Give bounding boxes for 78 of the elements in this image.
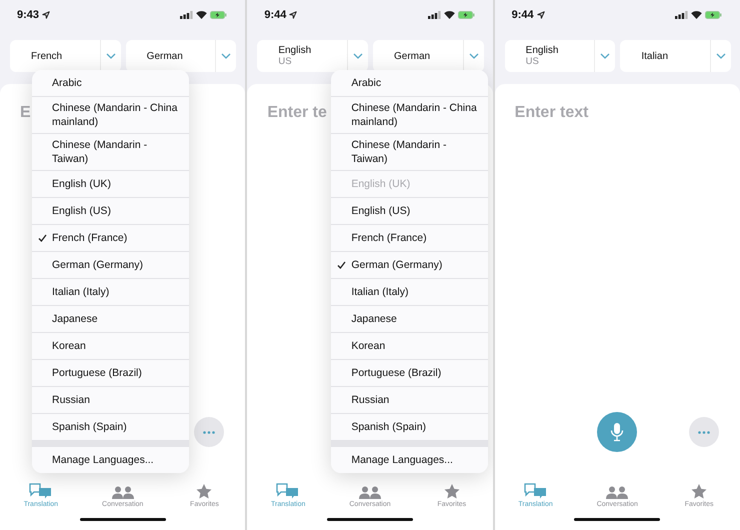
- people-icon: [606, 486, 628, 499]
- language-option[interactable]: Arabic: [331, 70, 488, 97]
- location-arrow-icon: [42, 11, 50, 19]
- chevron-down-icon: [716, 53, 726, 59]
- wifi-icon: [690, 11, 702, 19]
- placeholder-text: E: [20, 104, 31, 122]
- speech-bubbles-icon: [28, 483, 53, 499]
- language-option[interactable]: Portuguese (Brazil): [32, 360, 189, 387]
- ellipsis-icon: [698, 430, 710, 434]
- region-name: US: [526, 56, 540, 67]
- language-picker[interactable]: English US: [257, 40, 368, 72]
- language-option[interactable]: English (UK): [32, 171, 189, 198]
- star-icon: [691, 484, 708, 499]
- language-option[interactable]: Russian: [331, 387, 488, 414]
- language-picker[interactable]: German: [126, 40, 236, 72]
- placeholder-text: Enter te: [267, 104, 327, 122]
- signal-icon: [180, 11, 194, 19]
- more-button[interactable]: [688, 417, 719, 447]
- chevron-down-icon: [221, 53, 232, 59]
- language-option[interactable]: Korean: [32, 333, 189, 360]
- battery-icon: [704, 11, 722, 19]
- battery-icon: [210, 11, 228, 19]
- status-time: 9:44: [512, 9, 534, 21]
- region-name: US: [278, 56, 293, 67]
- signal-icon: [674, 11, 688, 19]
- location-arrow-icon: [289, 11, 298, 19]
- language-option[interactable]: Japanese: [32, 306, 189, 333]
- language-option[interactable]: German (Germany): [32, 252, 189, 279]
- language-name: English: [278, 45, 312, 56]
- more-button[interactable]: [194, 417, 224, 447]
- manage-languages-option[interactable]: Manage Languages...: [331, 447, 488, 473]
- language-option[interactable]: Chinese (Mandarin - China mainland): [331, 97, 488, 134]
- chevron-down-icon: [106, 53, 116, 59]
- speech-bubbles-icon: [524, 483, 548, 499]
- language-name: French: [31, 50, 64, 62]
- wifi-icon: [444, 11, 455, 19]
- language-picker[interactable]: English US: [504, 40, 616, 72]
- status-time: 9:43: [17, 9, 40, 21]
- language-option[interactable]: Portuguese (Brazil): [331, 360, 488, 387]
- language-option[interactable]: French (France): [32, 225, 189, 252]
- speech-bubbles-icon: [276, 483, 300, 499]
- language-name: English: [526, 45, 560, 56]
- language-option[interactable]: Italian (Italy): [331, 279, 488, 306]
- microphone-icon: [610, 422, 624, 442]
- star-icon: [196, 484, 212, 499]
- language-picker[interactable]: French: [10, 40, 121, 72]
- people-icon: [112, 486, 134, 499]
- language-option[interactable]: Italian (Italy): [32, 279, 189, 306]
- status-time: 9:44: [264, 9, 286, 21]
- language-option[interactable]: Korean: [331, 333, 488, 360]
- language-option[interactable]: Russian: [32, 387, 189, 414]
- language-name: Italian: [641, 50, 670, 62]
- language-option[interactable]: French (France): [331, 225, 488, 252]
- language-option[interactable]: Arabic: [32, 70, 189, 97]
- language-option[interactable]: English (US): [331, 198, 488, 225]
- location-arrow-icon: [536, 11, 545, 19]
- signal-icon: [428, 11, 441, 19]
- chevron-down-icon: [353, 53, 363, 59]
- language-option[interactable]: Chinese (Mandarin - Taiwan): [32, 134, 189, 171]
- chevron-down-icon: [600, 53, 610, 59]
- language-option[interactable]: Japanese: [331, 306, 488, 333]
- chevron-down-icon: [468, 53, 479, 59]
- language-option[interactable]: Chinese (Mandarin - Taiwan): [331, 134, 488, 171]
- language-name: German: [394, 50, 432, 62]
- star-icon: [444, 484, 460, 499]
- language-option[interactable]: German (Germany): [331, 252, 488, 279]
- battery-icon: [458, 11, 475, 19]
- wifi-icon: [196, 11, 208, 19]
- language-picker[interactable]: German: [373, 40, 484, 72]
- microphone-button[interactable]: [597, 412, 638, 452]
- people-icon: [359, 486, 381, 499]
- language-picker[interactable]: Italian: [620, 40, 731, 72]
- language-option[interactable]: Chinese (Mandarin - China mainland): [32, 97, 189, 134]
- ellipsis-icon: [203, 430, 216, 434]
- placeholder-text: Enter text: [514, 104, 588, 122]
- language-option[interactable]: English (US): [32, 198, 189, 225]
- manage-languages-option[interactable]: Manage Languages...: [32, 447, 189, 473]
- language-name: German: [146, 50, 184, 62]
